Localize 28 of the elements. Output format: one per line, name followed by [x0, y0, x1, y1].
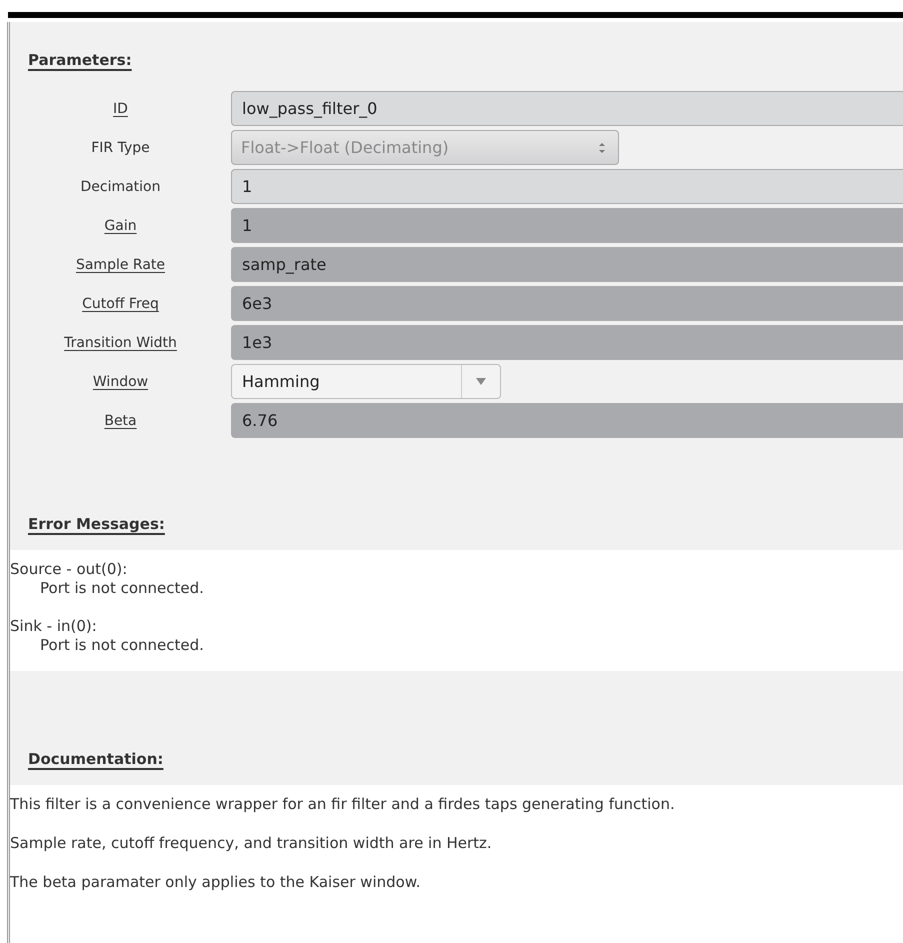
field-label: Gain: [104, 218, 137, 234]
field-label: Cutoff Freq: [82, 296, 159, 312]
documentation-paragraph: This filter is a convenience wrapper for an fir filter and a firdes taps generating function.: [10, 795, 675, 813]
field-label: ID: [113, 100, 128, 116]
documentation-paragraph: Sample rate, cutoff frequency, and transition width are in Hertz.: [10, 834, 492, 852]
field-label: Beta: [104, 412, 137, 428]
field-label: Sample Rate: [76, 256, 166, 272]
dropdown-field[interactable]: Hamming: [231, 364, 501, 399]
text-field[interactable]: 6e3: [231, 286, 903, 321]
text-field[interactable]: 1e3: [231, 325, 903, 360]
error-source: Source - out(0):: [10, 560, 128, 579]
error-source: Sink - in(0):: [10, 617, 97, 636]
documentation-paragraph: The beta paramater only applies to the Kaiser window.: [10, 873, 420, 891]
section-heading: Error Messages:: [28, 515, 165, 533]
section-heading: Documentation:: [28, 750, 164, 768]
field-label: Decimation: [80, 178, 160, 194]
dropdown-arrow-icon: [476, 378, 486, 385]
text-field[interactable]: 6.76: [231, 403, 903, 438]
error-message: Port is not connected.: [39, 579, 204, 598]
text-field[interactable]: samp_rate: [231, 247, 903, 282]
error-message: Port is not connected.: [39, 636, 204, 655]
text-field[interactable]: low_pass_filter_0: [231, 91, 903, 126]
field-label: Transition Width: [64, 334, 177, 350]
section-heading: Parameters:: [28, 51, 132, 69]
field-label: FIR Type: [91, 140, 150, 156]
text-field[interactable]: 1: [231, 169, 903, 204]
text-field[interactable]: 1: [231, 208, 903, 243]
field-label: Window: [92, 374, 148, 390]
